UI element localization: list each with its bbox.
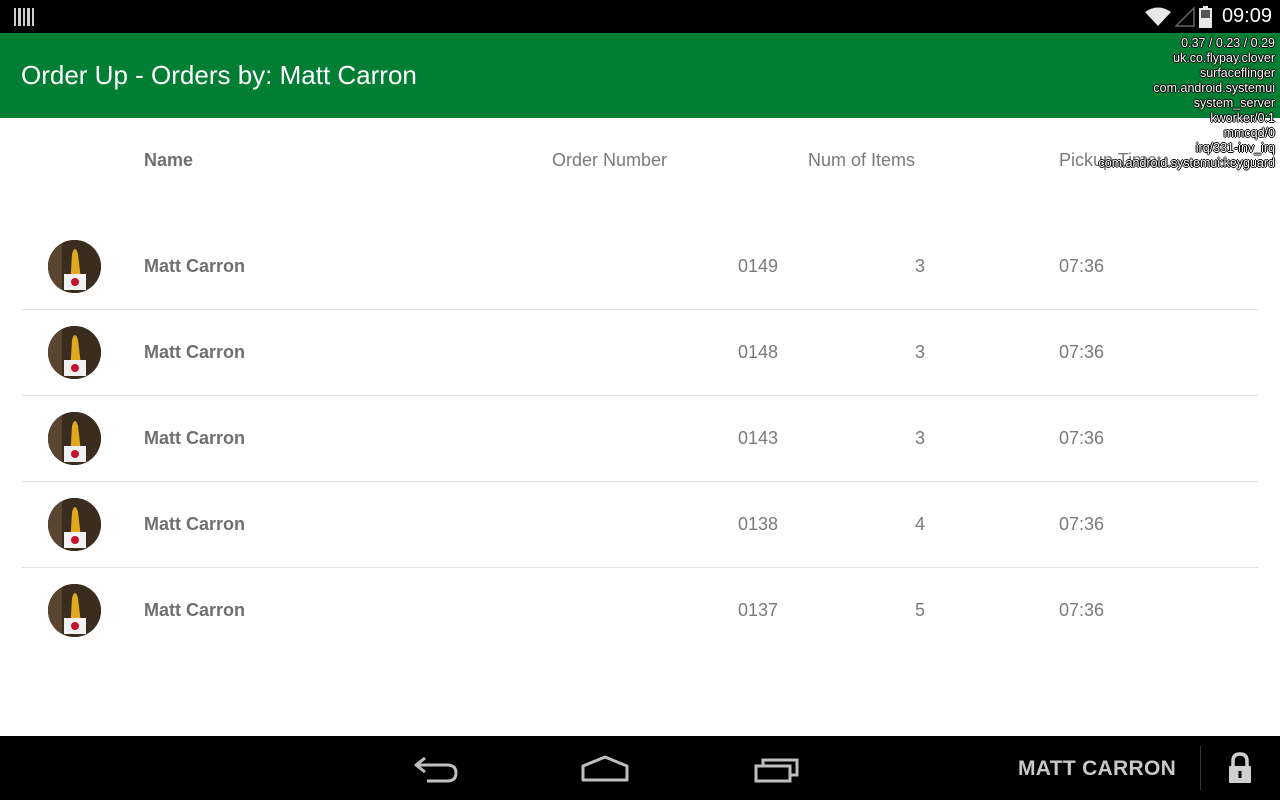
avatar [48,584,101,637]
current-user-button[interactable]: MATT CARRON [1018,757,1176,781]
order-number: 0143 [738,428,779,448]
order-pickup-time: 07:36 [1059,600,1105,620]
no-signal-icon [1174,6,1195,27]
order-pickup-time: 07:36 [1059,514,1105,534]
home-icon[interactable] [580,754,630,784]
order-customer-name: Matt Carron [144,342,246,362]
status-bar: 09:09 [0,0,1280,33]
order-row[interactable]: Matt Carron 0138 4 07:36 [21,482,1259,568]
order-customer-name: Matt Carron [144,428,246,448]
lock-icon[interactable] [1227,752,1253,784]
order-customer-name: Matt Carron [144,256,246,276]
status-clock: 09:09 [1221,5,1272,27]
header-pickup-time: Pickup Time [1059,150,1158,170]
avatar [48,326,101,379]
order-pickup-time: 07:36 [1059,256,1105,276]
header-name: Name [144,150,194,170]
order-row[interactable]: Matt Carron 0137 5 07:36 [21,568,1259,654]
order-pickup-time: 07:36 [1059,428,1105,448]
order-item-count: 5 [915,600,926,620]
order-customer-name: Matt Carron [144,600,246,620]
order-number: 0148 [738,342,779,362]
avatar [48,240,101,293]
battery-icon [1198,5,1212,28]
header-order-number: Order Number [552,150,668,170]
avatar [48,498,101,551]
header-num-items: Num of Items [808,150,916,170]
navigation-bar: MATT CARRON [0,736,1280,800]
process-line: mmcqd/0 [1223,126,1275,140]
order-item-count: 3 [915,256,926,276]
order-pickup-time: 07:36 [1059,342,1105,362]
orders-list: Matt Carron 0149 3 07:36 Matt Carron 014… [0,224,1280,654]
order-customer-name: Matt Carron [144,514,246,534]
order-item-count: 4 [915,514,926,534]
back-icon[interactable] [413,754,459,784]
page-title: Order Up - Orders by: Matt Carron [21,60,417,90]
recent-apps-icon[interactable] [753,754,801,784]
order-item-count: 3 [915,342,926,362]
order-row[interactable]: Matt Carron 0148 3 07:36 [21,310,1259,396]
order-item-count: 3 [915,428,926,448]
order-number: 0137 [738,600,779,620]
order-row[interactable]: Matt Carron 0143 3 07:36 [21,396,1259,482]
order-row[interactable]: Matt Carron 0149 3 07:36 [21,224,1259,310]
order-number: 0149 [738,256,779,276]
divider [1200,746,1201,790]
wifi-icon [1144,7,1171,26]
barcode-icon [14,8,34,26]
order-number: 0138 [738,514,779,534]
avatar [48,412,101,465]
action-bar: Order Up - Orders by: Matt Carron [0,33,1280,118]
